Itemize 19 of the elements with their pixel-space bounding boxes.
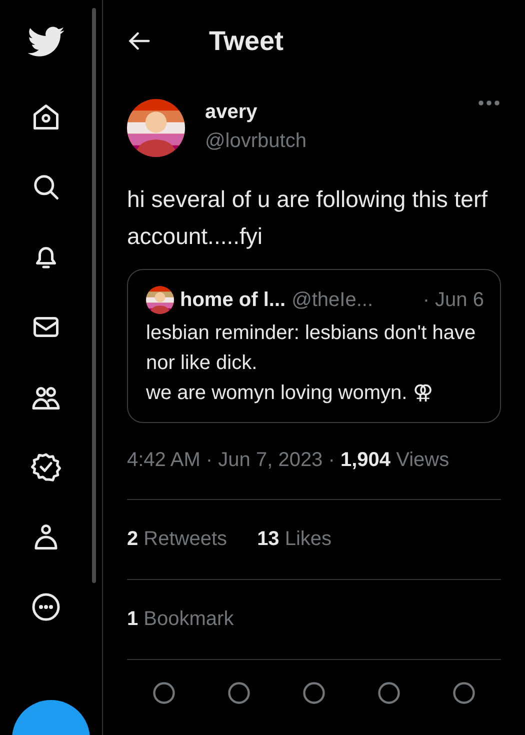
- search-icon[interactable]: [31, 172, 61, 202]
- quoted-tweet-text: lesbian reminder: lesbians don't have nor like dick. we are womyn loving womyn. ⚢: [146, 321, 477, 406]
- engagement-count[interactable]: 13 Likes: [257, 528, 332, 551]
- tweet-text: hi several of u are following this terf account.....fyi: [127, 185, 489, 251]
- engagement-count[interactable]: 2 Retweets: [127, 528, 228, 551]
- scrollbar[interactable]: [92, 8, 96, 583]
- more-icon[interactable]: [31, 592, 61, 622]
- timestamp-views: 4:42 AM · Jun 7, 2023 · 1,904 Views: [127, 448, 450, 473]
- user-handle[interactable]: @lovrbutch: [205, 130, 457, 153]
- quoted-handle: @theIe...: [292, 288, 374, 312]
- bookmark-count[interactable]: 1 Bookmark: [127, 608, 234, 631]
- quoted-date: · Jun 6: [422, 288, 484, 312]
- page-title: Tweet: [209, 26, 284, 56]
- quoted-tweet-card[interactable]: home of l... @theIe... · Jun 6 lesbian reminder: lesbians don't have nor like dick. we are womyn loving womyn. ⚢: [127, 269, 501, 423]
- more-options-icon[interactable]: [477, 99, 501, 107]
- verified-badge-icon[interactable]: [31, 452, 61, 482]
- quoted-display-name: home of l...: [180, 288, 286, 312]
- display-name[interactable]: avery: [205, 101, 457, 124]
- home-icon[interactable]: [31, 102, 61, 132]
